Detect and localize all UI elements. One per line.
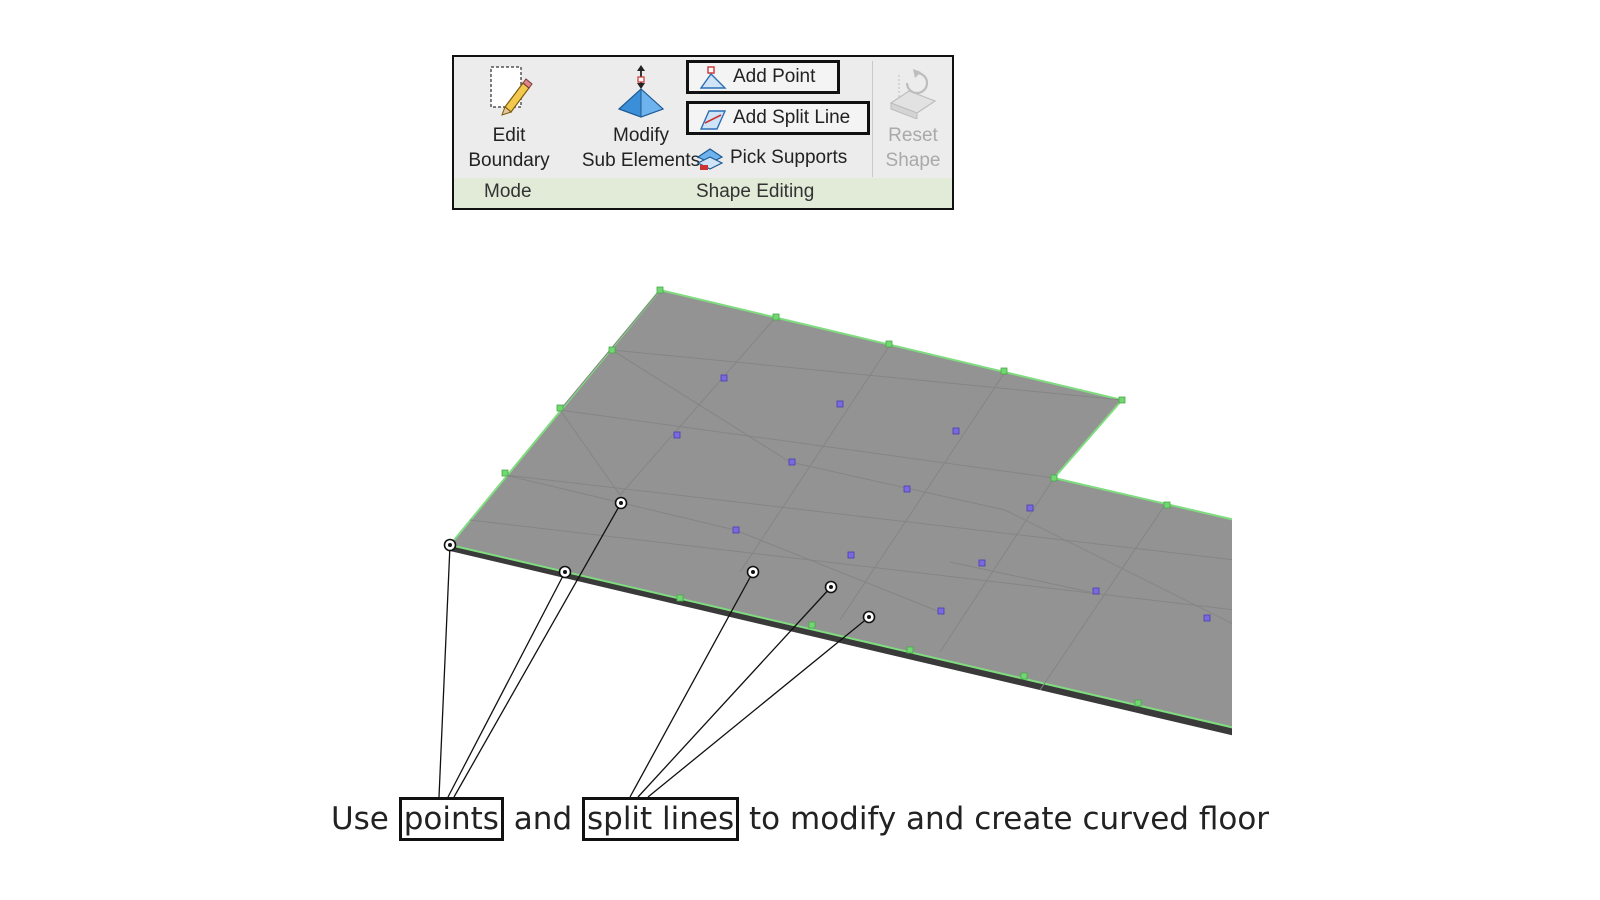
caption-word-points: points bbox=[398, 797, 504, 841]
floor-slab-top[interactable] bbox=[448, 288, 1235, 729]
caption-pre: Use bbox=[330, 801, 389, 837]
callout-marker-point bbox=[443, 538, 457, 552]
callout-marker-split-line bbox=[746, 565, 760, 579]
caption-word-split-lines: split lines bbox=[581, 797, 740, 841]
floor-3d-viewport[interactable] bbox=[0, 0, 1600, 900]
callout-marker-split-line bbox=[824, 580, 838, 594]
callout-marker-point bbox=[558, 565, 572, 579]
caption: Use points and split lines to modify and… bbox=[0, 797, 1600, 841]
caption-post: to modify and create curved floor bbox=[749, 801, 1270, 837]
callout-marker-split-line bbox=[862, 610, 876, 624]
caption-mid: and bbox=[513, 801, 573, 837]
callout-marker-point bbox=[614, 496, 628, 510]
